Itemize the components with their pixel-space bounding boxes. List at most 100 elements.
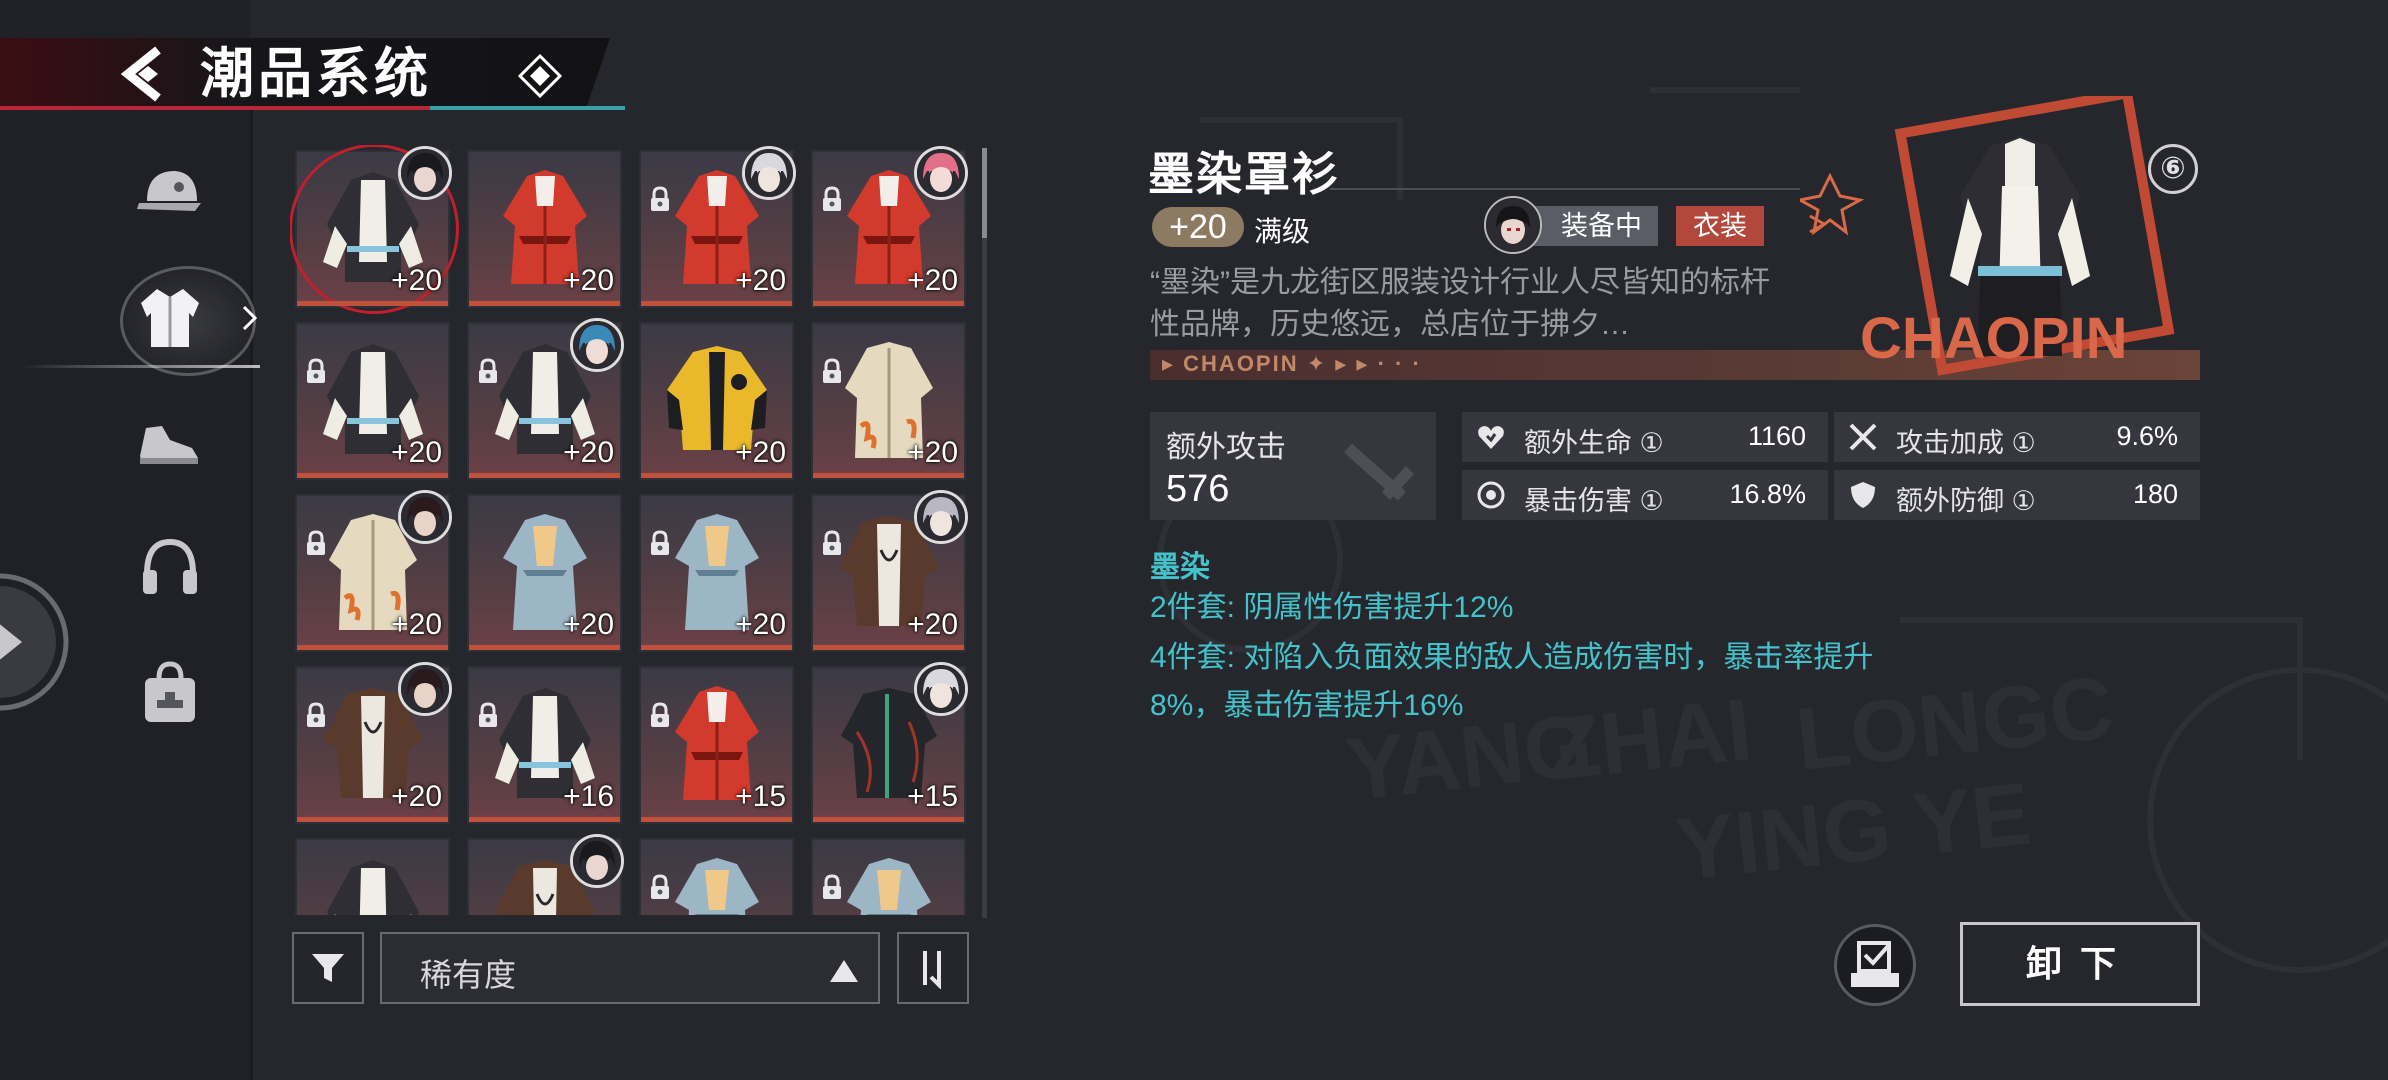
rarity-bar: [641, 301, 792, 306]
inventory-item[interactable]: [467, 834, 624, 915]
inventory-item[interactable]: +16: [467, 666, 622, 824]
category-bag[interactable]: [120, 643, 220, 743]
item-level: +20: [391, 436, 442, 469]
inventory-item[interactable]: +20: [811, 490, 968, 652]
character-portrait-icon: [917, 665, 965, 713]
stat-label: 暴击伤害 ①: [1524, 486, 1664, 516]
inventory-item[interactable]: [639, 838, 794, 915]
selection-circle: [290, 145, 483, 338]
lock-icon: [823, 874, 841, 899]
inventory-item[interactable]: +20: [467, 494, 622, 652]
rarity-bar: [297, 645, 448, 650]
owner-avatar: [914, 662, 968, 716]
stat-label: 攻击加成 ①: [1896, 428, 2036, 458]
rarity-bar: [469, 301, 620, 306]
stat-attack-bonus[interactable]: 攻击加成 ① 9.6%: [1834, 412, 2200, 462]
inventory-item[interactable]: +20: [639, 146, 796, 308]
lock-icon: [651, 702, 669, 727]
item-description: “墨染”是九龙街区服装设计行业人尽皆知的标杆性品牌，历史悠远，总店位于拂夕…: [1150, 266, 1770, 341]
side-expand-button[interactable]: [0, 572, 70, 712]
category-indicator-line: [20, 365, 260, 368]
rarity-bar: [641, 645, 792, 650]
sidebar-divider: [250, 110, 253, 1080]
category-sidebar: [100, 140, 256, 1040]
inventory-item[interactable]: +20: [639, 322, 794, 480]
inventory-item[interactable]: +20: [811, 146, 968, 308]
category-headphones[interactable]: [120, 518, 220, 618]
chevron-right-icon: [242, 305, 258, 331]
inventory-item[interactable]: [295, 838, 450, 915]
item-level: +20: [391, 264, 442, 297]
item-level: +20: [907, 264, 958, 297]
inventory-item[interactable]: +20: [295, 662, 452, 824]
rarity-bar: [813, 817, 964, 822]
inventory-item[interactable]: +20: [467, 318, 624, 480]
character-portrait-icon: [917, 149, 965, 197]
heart-icon: [1478, 426, 1504, 449]
filter-button[interactable]: [292, 932, 364, 1004]
inventory-item[interactable]: +15: [811, 662, 968, 824]
inventory-item[interactable]: [811, 838, 966, 915]
lock-icon: [651, 874, 669, 899]
compare-button[interactable]: [1834, 924, 1916, 1006]
item-level: +20: [907, 608, 958, 641]
sort-order-button[interactable]: [897, 932, 969, 1004]
lock-icon: [823, 530, 841, 555]
category-top[interactable]: [120, 266, 256, 376]
lock-icon: [307, 530, 325, 555]
wearer-avatar[interactable]: [1484, 196, 1542, 254]
owner-avatar: [570, 834, 624, 888]
item-level: +16: [563, 780, 614, 813]
stat-extra-hp[interactable]: 额外生命 ① 1160: [1462, 412, 1828, 462]
rarity-bar: [813, 301, 964, 306]
character-portrait-icon: [401, 149, 449, 197]
stat-label: 额外生命 ①: [1524, 428, 1664, 458]
item-level: +20: [563, 264, 614, 297]
inventory-item[interactable]: +20: [295, 490, 452, 652]
rarity-bar: [469, 645, 620, 650]
level-badge: +20: [1152, 207, 1244, 247]
back-arrow-icon[interactable]: [118, 44, 180, 104]
crit-icon: [1477, 481, 1505, 509]
set-name: 墨染: [1150, 551, 1210, 584]
jacket-icon: [141, 289, 199, 347]
inventory-item[interactable]: +20: [811, 322, 966, 480]
unequip-button[interactable]: 卸下: [1960, 922, 2200, 1006]
owner-avatar: [914, 146, 968, 200]
inventory-item[interactable]: +20: [295, 322, 450, 480]
stat-crit-damage[interactable]: 暴击伤害 ① 16.8%: [1462, 470, 1828, 520]
owner-avatar: [742, 146, 796, 200]
category-shoes[interactable]: [120, 392, 220, 492]
lock-icon: [307, 702, 325, 727]
inventory-grid: +20 +20 +20 +20 +20 +20 +20 +20 +20 +20 +20 +20 +20 +…: [290, 145, 990, 915]
category-cap[interactable]: [120, 141, 220, 241]
rarity-bar: [813, 473, 964, 478]
owner-avatar: [914, 490, 968, 544]
garment-blue-robe-icon: [675, 858, 759, 915]
item-level: +20: [391, 608, 442, 641]
grid-scrollbar[interactable]: [982, 148, 987, 918]
owner-avatar: [398, 490, 452, 544]
sort-dropdown[interactable]: 稀有度: [380, 932, 880, 1004]
main-stat: 额外攻击 576: [1150, 412, 1436, 520]
page-title: 潮品系统: [200, 44, 432, 104]
character-portrait-icon: [401, 493, 449, 541]
character-portrait-icon: [401, 665, 449, 713]
character-portrait-icon: [917, 493, 965, 541]
rarity-bar: [297, 817, 448, 822]
stat-label: 额外防御 ①: [1896, 486, 2036, 516]
scrollbar-thumb[interactable]: [982, 148, 987, 238]
inventory-item[interactable]: +20: [290, 145, 483, 338]
item-level: +15: [735, 780, 786, 813]
inventory-item[interactable]: +20: [639, 494, 794, 652]
inventory-item[interactable]: +15: [639, 666, 794, 824]
stat-value: 1160: [1747, 421, 1806, 451]
garment-blue-robe-icon: [847, 858, 931, 915]
character-portrait-icon: [573, 837, 621, 885]
inventory-item[interactable]: +20: [467, 150, 622, 308]
diamond-icon: [518, 54, 562, 98]
item-name: 墨染罩衫: [1148, 148, 1340, 200]
cap-icon: [137, 171, 201, 211]
stat-extra-defense[interactable]: 额外防御 ① 180: [1834, 470, 2200, 520]
header-underline-accent: [430, 106, 625, 110]
